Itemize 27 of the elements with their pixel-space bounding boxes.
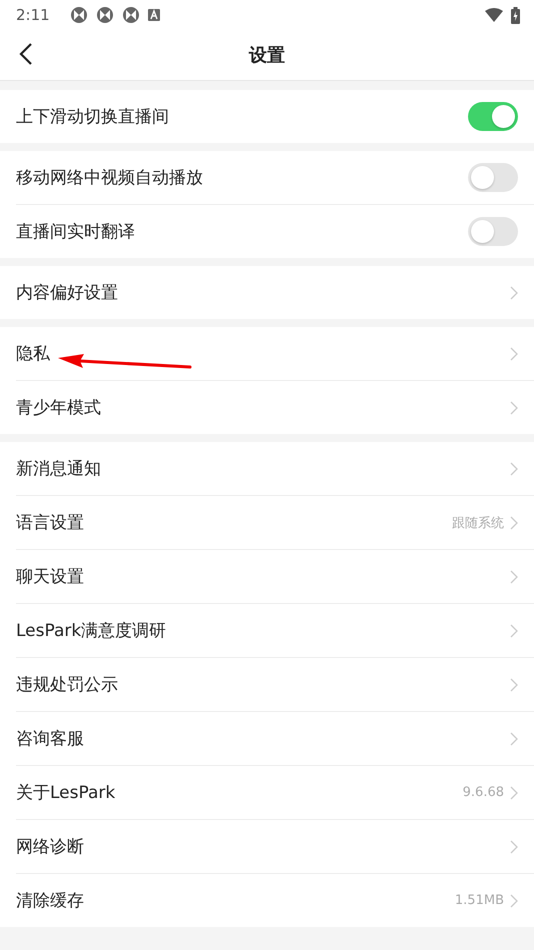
app-notification-icon: [70, 6, 88, 24]
chevron-icon: [510, 346, 518, 360]
chevron-icon: [510, 894, 518, 908]
chevron-icon: [510, 286, 518, 300]
setting-label: 移动网络中视频自动播放: [16, 167, 204, 189]
setting-label: 上下滑动切换直播间: [16, 106, 170, 128]
toggle-switch[interactable]: [468, 163, 518, 192]
chevron-icon: [510, 516, 518, 530]
page-title: 设置: [249, 44, 285, 67]
toggle-switch[interactable]: [468, 217, 518, 246]
toggle-switch[interactable]: [468, 102, 518, 131]
chevron-icon: [510, 732, 518, 746]
chevron-icon: [510, 840, 518, 854]
app-notification-icon: [122, 6, 140, 24]
setting-label: 直播间实时翻译: [16, 221, 136, 243]
chevron-icon: [510, 462, 518, 476]
wifi-icon: [485, 8, 503, 22]
chevron-icon: [510, 400, 518, 414]
status-time: 2:11: [16, 6, 50, 24]
chevron-icon: [510, 678, 518, 692]
chevron-icon: [510, 786, 518, 800]
app-notification-icon: [96, 6, 114, 24]
battery-icon: [511, 6, 520, 24]
font-icon: [148, 9, 160, 21]
chevron-icon: [510, 624, 518, 638]
back-icon: [18, 42, 34, 66]
chevron-icon: [510, 570, 518, 584]
